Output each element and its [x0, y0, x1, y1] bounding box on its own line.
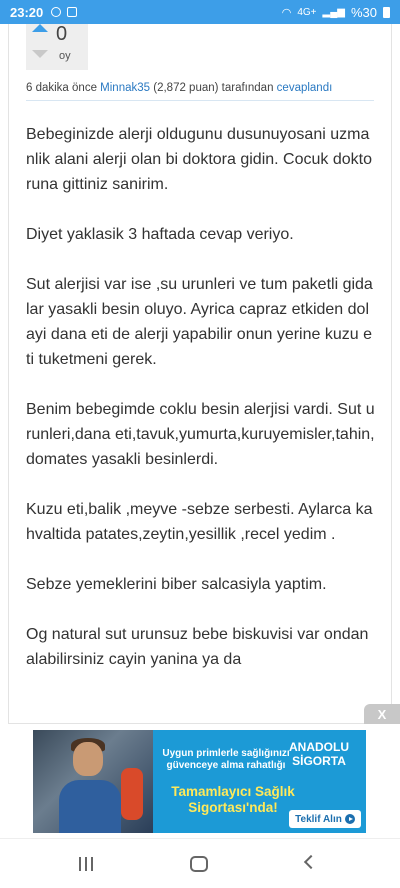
vote-widget: 0 oy	[26, 24, 88, 70]
upvote-arrow-icon[interactable]	[32, 24, 48, 32]
answer-paragraph: Benim bebegimde coklu besin alerjisi var…	[26, 401, 375, 468]
ad-person-body	[59, 780, 121, 833]
signal-icon: ▂▄▆	[322, 6, 345, 18]
system-nav-bar	[0, 838, 400, 888]
ad-subtitle: Uygun primlerle sağlığınızı güvenceye al…	[162, 748, 290, 771]
battery-icon	[383, 6, 390, 18]
ad-banner[interactable]: ANADOLU SİGORTA Uygun primlerle sağlığın…	[33, 730, 366, 833]
vote-unit: oy	[59, 50, 71, 62]
ad-bottle	[121, 768, 143, 820]
back-icon[interactable]	[303, 854, 319, 870]
network-type: 4G+	[297, 6, 317, 18]
notification-icon	[67, 7, 78, 17]
home-icon[interactable]	[190, 856, 208, 872]
answer-paragraph: Sebze yemeklerini biber salcasiyla yapti…	[26, 576, 327, 593]
battery-percent: %30	[350, 4, 377, 20]
vote-score: 0	[56, 23, 68, 45]
settings-status-icon	[51, 7, 62, 17]
status-time: 23:20	[10, 4, 44, 20]
recent-apps-icon[interactable]	[79, 857, 93, 871]
answer-paragraph: Diyet yaklasik 3 haftada cevap veriyo.	[26, 226, 294, 243]
status-bar: 23:20 ◠ 4G+ ▂▄▆ %30	[0, 0, 400, 24]
play-icon	[344, 814, 355, 824]
ad-headline: Tamamlayıcı Sağlık Sigortası'nda!	[171, 784, 295, 815]
meta-by: tarafından	[221, 82, 274, 94]
answer-author-link[interactable]: Minnak35	[100, 82, 150, 94]
answer-meta: 6 dakika önce Minnak35 (2,872 puan) tara…	[26, 82, 374, 101]
ad-cta-label: Teklif Alın	[295, 813, 342, 825]
ad-banner-container: ANADOLU SİGORTA Uygun primlerle sağlığın…	[0, 724, 400, 838]
answer-paragraph: Og natural sut urunsuz bebe biskuvisi va…	[26, 626, 369, 668]
answer-paragraph: Bebeginizde alerji oldugunu dusunuyosani…	[26, 126, 372, 193]
ad-cta-button[interactable]: Teklif Alın	[289, 810, 361, 828]
author-points: (2,872 puan)	[153, 82, 219, 94]
answer-time: 6 dakika önce	[26, 82, 97, 94]
ad-person-head	[73, 742, 103, 776]
answer-paragraph: Kuzu eti,balik ,meyve -sebze serbesti. A…	[26, 501, 373, 543]
answer-paragraph: Sut alerjisi var ise ,su urunleri ve tum…	[26, 276, 373, 368]
ad-photo	[33, 730, 153, 833]
answer-body: Bebeginizde alerji oldugunu dusunuyosani…	[26, 122, 376, 697]
answered-link[interactable]: cevaplandı	[277, 82, 333, 94]
ad-close-button[interactable]: X	[364, 704, 400, 726]
downvote-arrow-icon[interactable]	[32, 50, 48, 58]
wifi-icon: ◠	[281, 6, 292, 19]
